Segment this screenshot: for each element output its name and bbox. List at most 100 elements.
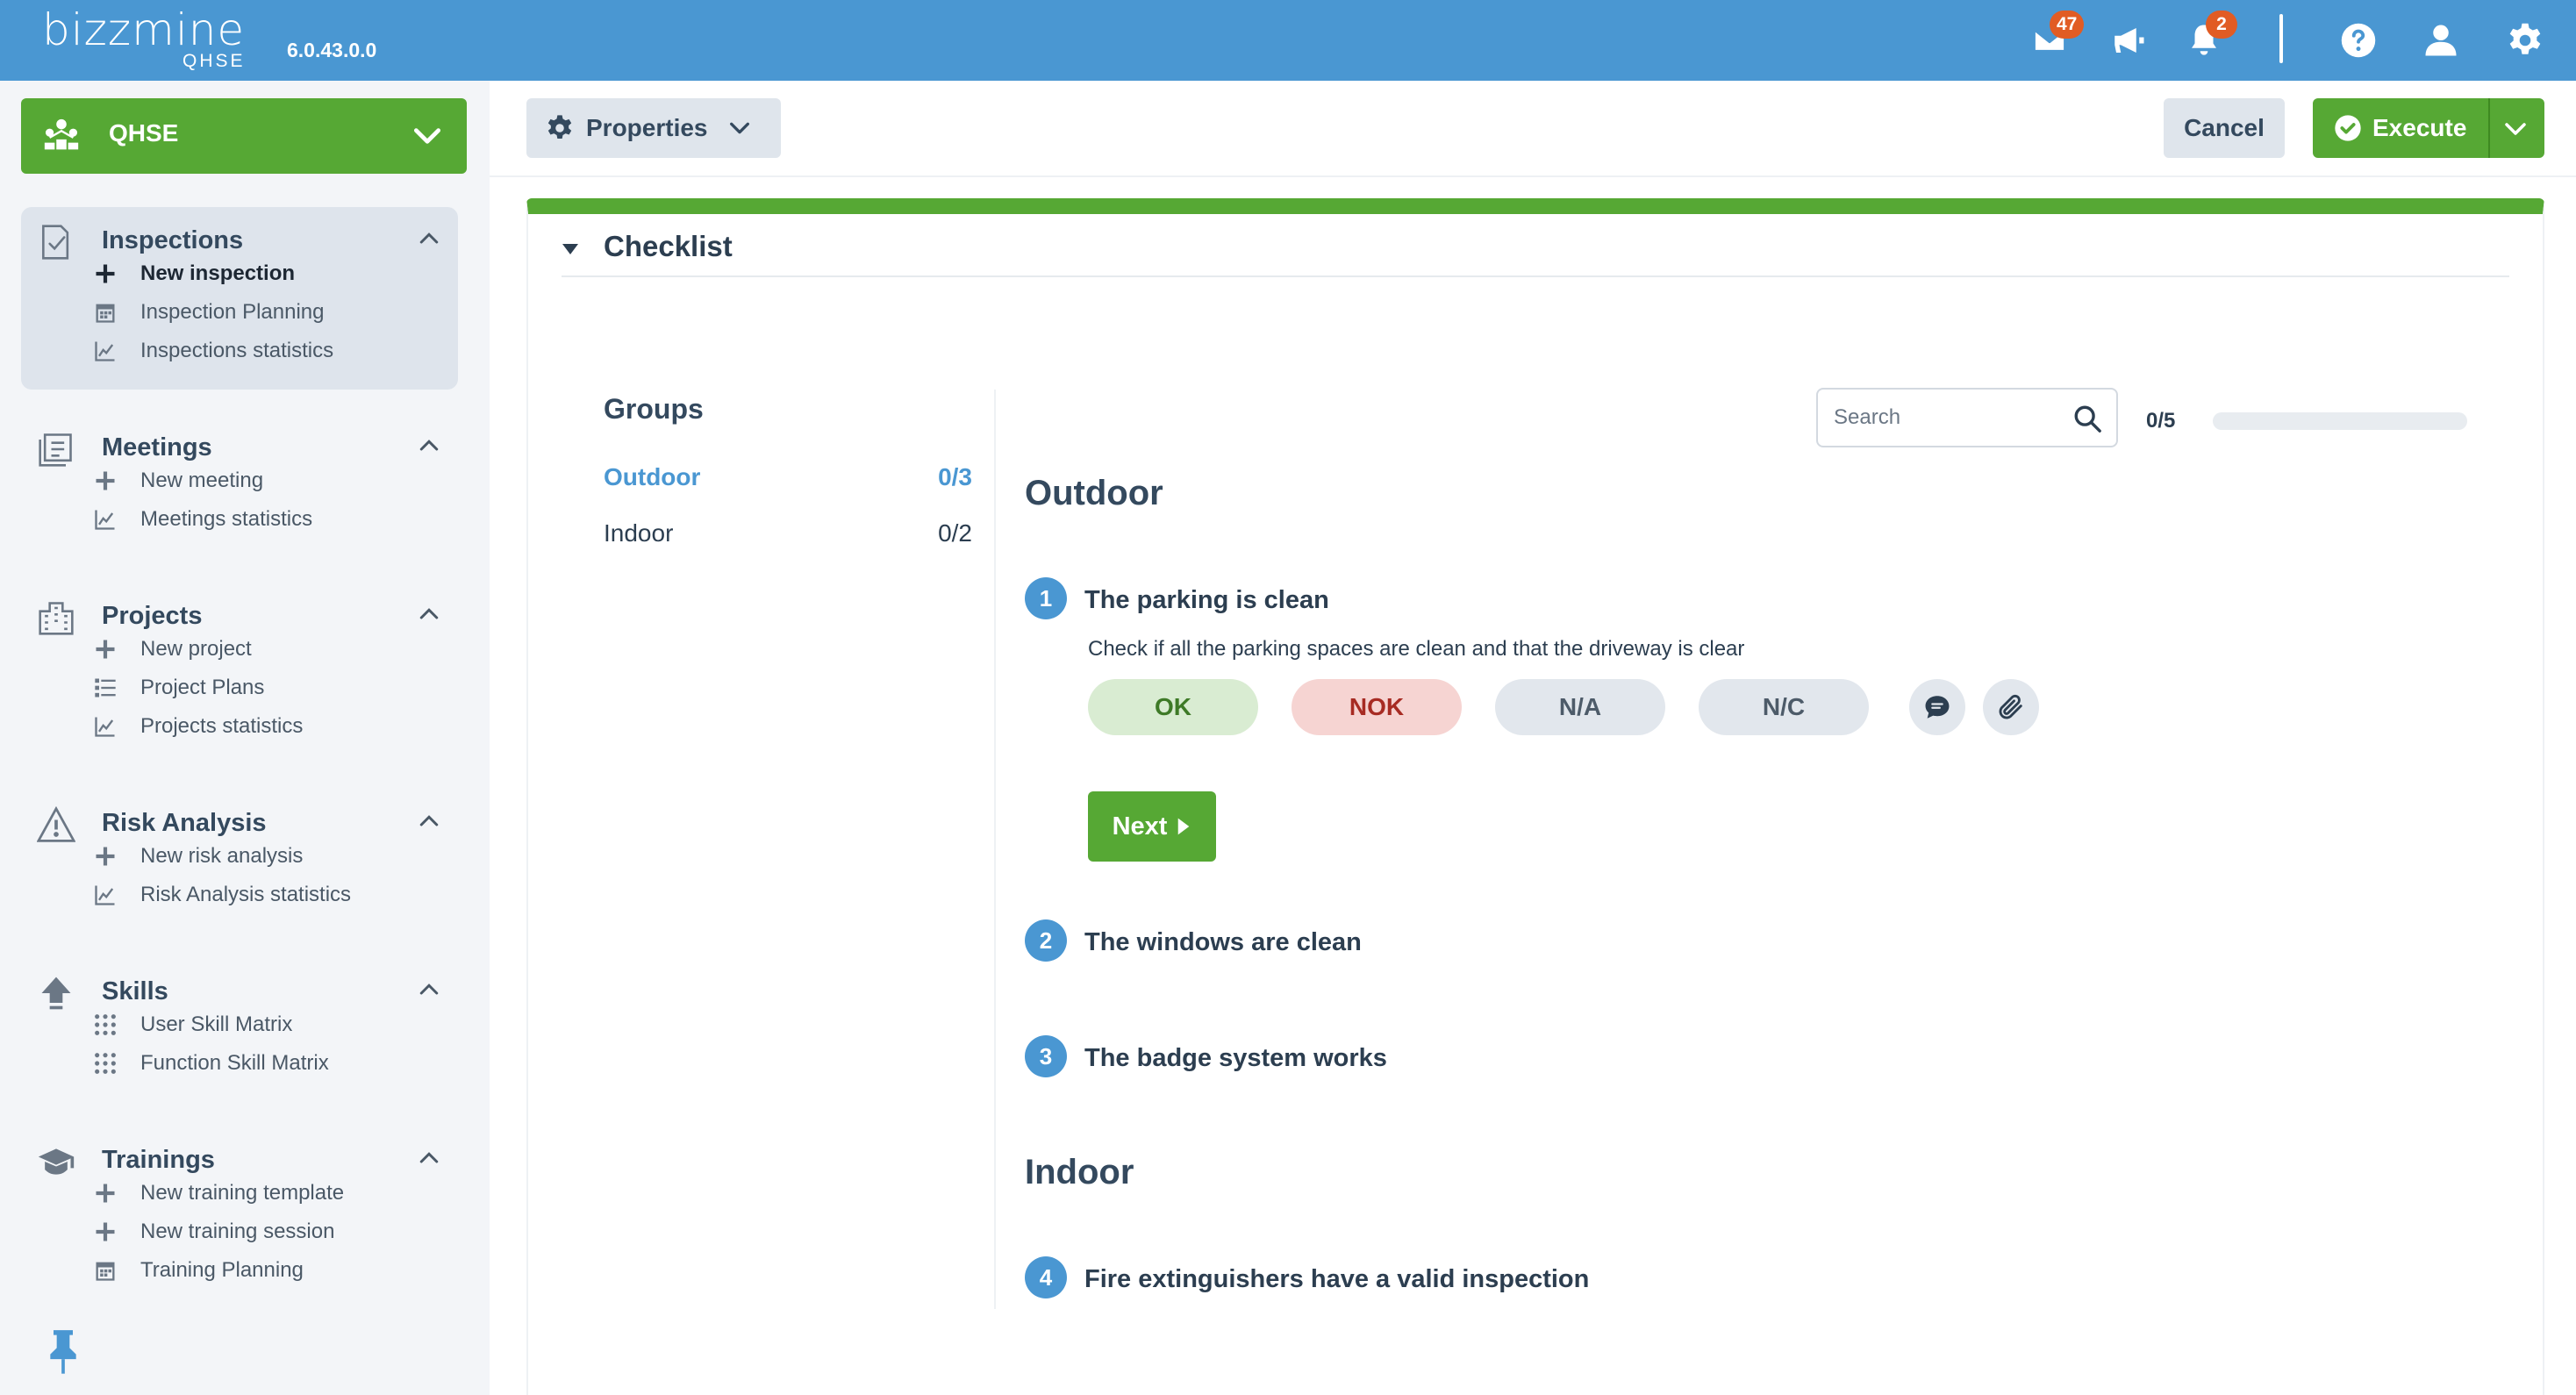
settings-button[interactable] — [2502, 18, 2548, 63]
attachment-button[interactable] — [1983, 679, 2039, 735]
group-item-outdoor[interactable]: Outdoor 0/3 — [604, 456, 972, 497]
sidebar-item-user-skill-matrix[interactable]: User Skill Matrix — [95, 1007, 293, 1042]
arrow-up-icon — [41, 976, 71, 1010]
groups-title: Groups — [604, 393, 704, 425]
user-icon — [2425, 25, 2457, 56]
help-button[interactable] — [2336, 18, 2381, 63]
sidebar-item-new-training-template[interactable]: New training template — [96, 1176, 344, 1211]
check-circle-icon — [2335, 115, 2361, 141]
group-name: Indoor — [604, 519, 674, 547]
sidebar-section-inspections: Inspections New inspection Inspection Pl… — [21, 207, 458, 390]
question-text[interactable]: The windows are clean — [1084, 928, 1362, 957]
answer-na-button[interactable]: N/A — [1495, 679, 1665, 735]
sidebar-item-meetings-statistics[interactable]: Meetings statistics — [95, 502, 313, 537]
sidebar-section-skills: Skills User Skill Matrix Function Skill … — [21, 958, 458, 1107]
grid-icon — [95, 1053, 116, 1074]
answer-ok-button[interactable]: OK — [1088, 679, 1258, 735]
sidebar-item-label: Meetings statistics — [140, 507, 313, 531]
org-chart-icon — [44, 118, 79, 150]
group-heading-outdoor: Outdoor — [1025, 474, 1163, 512]
sidebar-item-label: New training session — [140, 1220, 335, 1243]
plus-icon — [96, 1222, 115, 1241]
sidebar-item-label: New inspection — [140, 261, 296, 285]
plus-icon — [96, 471, 115, 490]
comment-button[interactable] — [1909, 679, 1965, 735]
chevron-down-icon[interactable] — [2502, 116, 2529, 142]
chevron-up-icon[interactable] — [416, 432, 442, 458]
sidebar-section-title[interactable]: Skills — [102, 977, 168, 1006]
group-item-indoor[interactable]: Indoor 0/2 — [604, 512, 972, 553]
line-chart-icon — [95, 510, 115, 530]
chevron-up-icon[interactable] — [416, 225, 442, 251]
sidebar-item-label: New meeting — [140, 469, 264, 492]
caret-down-icon[interactable] — [560, 239, 581, 260]
top-bar: bizzmine QHSE 6.0.43.0.0 47 2 — [0, 0, 2576, 81]
answer-nok-button[interactable]: NOK — [1292, 679, 1462, 735]
sidebar-item-project-plans[interactable]: Project Plans — [95, 670, 264, 705]
sidebar-item-label: Training Planning — [140, 1258, 304, 1282]
group-count: 0/2 — [938, 519, 972, 547]
chevron-up-icon[interactable] — [416, 807, 442, 833]
sidebar-item-label: New risk analysis — [140, 844, 304, 868]
pin-icon[interactable] — [44, 1327, 82, 1376]
next-label: Next — [1112, 812, 1168, 841]
question-number: 2 — [1025, 919, 1067, 962]
progress-bar — [2213, 412, 2467, 430]
toolbar-divider — [490, 175, 2576, 177]
chevron-up-icon[interactable] — [416, 1144, 442, 1170]
building-icon — [39, 602, 74, 635]
sidebar-item-training-planning[interactable]: Training Planning — [96, 1253, 304, 1288]
answer-nc-button[interactable]: N/C — [1699, 679, 1869, 735]
chevron-up-icon[interactable] — [416, 976, 442, 1002]
cancel-button[interactable]: Cancel — [2164, 98, 2285, 158]
sidebar-item-projects-statistics[interactable]: Projects statistics — [95, 709, 303, 744]
announcements-button[interactable] — [2106, 18, 2151, 63]
sidebar-item-label: Inspections statistics — [140, 339, 334, 362]
plus-icon — [96, 640, 115, 659]
sidebar-item-label: User Skill Matrix — [140, 1012, 293, 1036]
sidebar-item-function-skill-matrix[interactable]: Function Skill Matrix — [95, 1046, 329, 1081]
sidebar-item-new-training-session[interactable]: New training session — [96, 1214, 335, 1249]
paperclip-icon — [1999, 694, 2022, 719]
list-icon — [95, 678, 116, 698]
sidebar-item-new-meeting[interactable]: New meeting — [96, 463, 264, 498]
question-text[interactable]: The parking is clean — [1084, 586, 1329, 615]
calendar-icon — [96, 304, 115, 323]
execute-button[interactable]: Execute — [2313, 98, 2544, 158]
sidebar-section-projects: Projects New project Project Plans Proje… — [21, 583, 458, 767]
group-heading-indoor: Indoor — [1025, 1153, 1134, 1191]
search-input[interactable] — [1834, 402, 2062, 433]
sidebar-item-new-project[interactable]: New project — [96, 632, 252, 667]
question-text[interactable]: Fire extinguishers have a valid inspecti… — [1084, 1265, 1589, 1294]
chevron-up-icon[interactable] — [416, 600, 442, 626]
app-name: QHSE — [109, 119, 179, 147]
question-number: 1 — [1025, 577, 1067, 619]
sidebar-section-title[interactable]: Trainings — [102, 1146, 215, 1175]
sidebar-section-title[interactable]: Projects — [102, 602, 202, 631]
graduation-cap-icon — [38, 1148, 75, 1175]
question-text[interactable]: The badge system works — [1084, 1044, 1387, 1073]
sidebar-item-inspection-planning[interactable]: Inspection Planning — [96, 295, 324, 330]
sidebar-section-title[interactable]: Risk Analysis — [102, 809, 267, 838]
plus-icon — [96, 1184, 115, 1203]
checklist-title[interactable]: Checklist — [604, 230, 733, 263]
next-button[interactable]: Next — [1088, 791, 1216, 862]
sidebar: QHSE Inspections New inspection Inspecti… — [0, 81, 490, 1395]
app-switcher[interactable]: QHSE — [21, 98, 467, 174]
sidebar-section-title[interactable]: Meetings — [102, 433, 212, 462]
inspection-icon — [42, 225, 69, 260]
properties-button[interactable]: Properties — [526, 98, 781, 158]
sidebar-item-inspections-statistics[interactable]: Inspections statistics — [95, 333, 334, 368]
sidebar-item-new-inspection[interactable]: New inspection — [96, 256, 296, 291]
group-name: Outdoor — [604, 463, 701, 490]
sidebar-item-new-risk-analysis[interactable]: New risk analysis — [96, 839, 304, 874]
notifications-button[interactable]: 2 — [2181, 11, 2237, 63]
sidebar-section-title[interactable]: Inspections — [102, 226, 243, 255]
bizzmine-logo[interactable]: bizzmine QHSE — [42, 5, 253, 75]
chevron-down-icon — [729, 122, 749, 134]
search-icon[interactable] — [2072, 404, 2102, 433]
mail-button[interactable]: 47 — [2027, 11, 2085, 63]
chevron-down-icon — [413, 128, 441, 144]
user-button[interactable] — [2418, 18, 2464, 63]
sidebar-item-risk-analysis-statistics[interactable]: Risk Analysis statistics — [95, 877, 351, 912]
